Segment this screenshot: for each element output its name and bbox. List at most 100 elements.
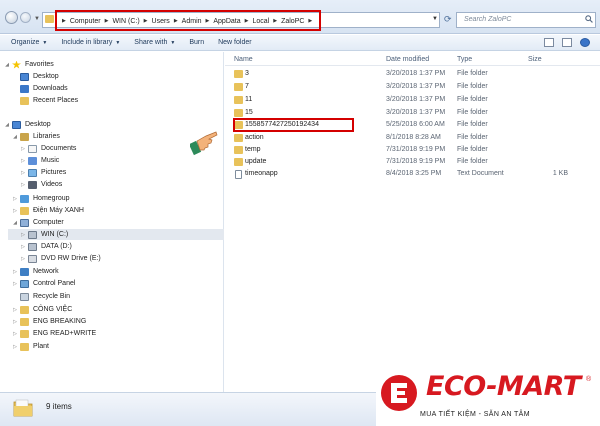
- nav-computer[interactable]: ◢ Computer: [12, 217, 64, 228]
- recent-places-icon: [20, 96, 29, 105]
- folder-icon: [234, 96, 243, 104]
- collapse-icon[interactable]: ◢: [12, 220, 18, 226]
- nav-label: Videos: [41, 181, 63, 188]
- expand-icon[interactable]: ▷: [20, 256, 26, 262]
- nav-eng-breaking[interactable]: ▷ ENG BREAKING: [12, 316, 86, 327]
- file-type: Text Document: [457, 170, 504, 177]
- preview-pane-icon[interactable]: [562, 38, 572, 47]
- nav-videos[interactable]: ▷ Videos: [20, 179, 62, 190]
- file-date: 7/31/2018 9:19 PM: [386, 158, 446, 165]
- file-name: 15: [245, 109, 253, 116]
- recent-pages-dropdown[interactable]: ▼: [34, 16, 40, 22]
- file-name: update: [245, 158, 267, 165]
- folder-icon: [234, 134, 243, 142]
- file-type: File folder: [457, 158, 488, 165]
- back-button[interactable]: [5, 11, 18, 24]
- help-icon[interactable]: [580, 38, 590, 47]
- expand-icon[interactable]: ▷: [20, 182, 26, 188]
- nav-desktop[interactable]: ◢ Desktop: [4, 119, 51, 130]
- nav-recycle-bin[interactable]: Recycle Bin: [12, 291, 70, 302]
- file-row[interactable]: timeonapp 8/4/2018 3:25 PM Text Document 1 …: [230, 168, 600, 180]
- collapse-icon[interactable]: ◢: [4, 62, 10, 68]
- new-folder-button[interactable]: New folder: [218, 39, 251, 46]
- expand-icon[interactable]: ▷: [12, 269, 18, 275]
- nav-label: ENG READ+WRITE: [33, 330, 97, 337]
- file-name: 7: [245, 83, 249, 90]
- file-row[interactable]: update 7/31/2018 9:19 PM File folder: [230, 156, 600, 168]
- expand-icon[interactable]: ▷: [12, 281, 18, 287]
- file-type: File folder: [457, 96, 488, 103]
- nav-favorites-desktop[interactable]: Desktop: [12, 71, 59, 82]
- network-icon: [20, 267, 29, 276]
- nav-eng-read-write[interactable]: ▷ ENG READ+WRITE: [12, 328, 96, 339]
- share-with-button[interactable]: Share with ▼: [134, 39, 175, 46]
- file-row[interactable]: 11 3/20/2018 1:37 PM File folder: [230, 94, 600, 106]
- nav-label: Điện Máy XANH: [33, 207, 84, 214]
- file-date: 8/4/2018 3:25 PM: [386, 170, 442, 177]
- nav-music[interactable]: ▷ Music: [20, 155, 59, 166]
- nav-label: Downloads: [33, 85, 68, 92]
- expand-icon[interactable]: ▷: [12, 331, 18, 337]
- expand-icon[interactable]: ▷: [12, 344, 18, 350]
- collapse-icon[interactable]: ◢: [12, 134, 18, 140]
- file-row[interactable]: 3 3/20/2018 1:37 PM File folder: [230, 68, 600, 80]
- brand-name: ECO-MART: [426, 371, 581, 402]
- forward-button[interactable]: [20, 12, 31, 23]
- nav-dien-may-xanh[interactable]: ▷ Điện Máy XANH: [12, 205, 84, 216]
- view-controls: [544, 38, 590, 47]
- nav-control-panel[interactable]: ▷ Control Panel: [12, 278, 75, 289]
- music-icon: [28, 156, 37, 165]
- nav-data-d[interactable]: ▷ DATA (D:): [20, 241, 72, 252]
- nav-downloads[interactable]: Downloads: [12, 83, 68, 94]
- file-size: 1 KB: [552, 170, 568, 177]
- nav-homegroup[interactable]: ▷ Homegroup: [12, 193, 70, 204]
- search-placeholder: Search ZaloPC: [464, 16, 512, 23]
- nav-libraries[interactable]: ◢ Libraries: [12, 131, 60, 142]
- videos-icon: [28, 180, 37, 189]
- expand-icon[interactable]: ▷: [12, 319, 18, 325]
- column-date-modified[interactable]: Date modified: [386, 56, 429, 63]
- nav-cong-viec[interactable]: ▷ CÔNG VIỆC: [12, 304, 72, 315]
- include-in-library-button[interactable]: Include in library ▼: [61, 39, 120, 46]
- nav-recent-places[interactable]: Recent Places: [12, 95, 78, 106]
- refresh-icon[interactable]: ⟳: [444, 14, 452, 25]
- file-row[interactable]: temp 7/31/2018 9:19 PM File folder: [230, 144, 600, 156]
- nav-network[interactable]: ▷ Network: [12, 266, 59, 277]
- organize-button[interactable]: Organize ▼: [11, 39, 47, 46]
- file-highlight-box: [233, 118, 354, 132]
- change-view-icon[interactable]: [544, 38, 554, 47]
- nav-label: Homegroup: [33, 195, 70, 202]
- expand-icon[interactable]: ▷: [12, 208, 18, 214]
- drive-icon: [28, 242, 37, 251]
- nav-label: Desktop: [33, 73, 59, 80]
- column-name[interactable]: Name: [234, 56, 253, 63]
- expand-icon[interactable]: ▷: [20, 158, 26, 164]
- file-name: action: [245, 134, 264, 141]
- file-row[interactable]: action 8/1/2018 8:28 AM File folder: [230, 132, 600, 144]
- folder-icon: [234, 70, 243, 78]
- item-count: 9 items: [46, 402, 72, 411]
- expand-icon[interactable]: ▷: [12, 196, 18, 202]
- folder-icon: [234, 83, 243, 91]
- nav-favorites[interactable]: ◢ Favorites: [4, 59, 54, 70]
- expand-icon[interactable]: ▷: [20, 146, 26, 152]
- search-icon[interactable]: [585, 15, 593, 23]
- file-type: File folder: [457, 83, 488, 90]
- expand-icon[interactable]: ▷: [20, 170, 26, 176]
- nav-documents[interactable]: ▷ Documents: [20, 143, 76, 154]
- expand-icon[interactable]: ▷: [20, 244, 26, 250]
- column-size[interactable]: Size: [528, 56, 542, 63]
- burn-button[interactable]: Burn: [189, 39, 204, 46]
- nav-plant[interactable]: ▷ Plant: [12, 341, 49, 352]
- expand-icon[interactable]: ▷: [20, 232, 26, 238]
- collapse-icon[interactable]: ◢: [4, 122, 10, 128]
- address-dropdown-icon[interactable]: ▼: [432, 16, 438, 22]
- file-row[interactable]: 7 3/20/2018 1:37 PM File folder: [230, 81, 600, 93]
- recycle-bin-icon: [20, 292, 29, 301]
- column-type[interactable]: Type: [457, 56, 472, 63]
- nav-dvd-drive[interactable]: ▷ DVD RW Drive (E:): [20, 253, 101, 264]
- nav-pictures[interactable]: ▷ Pictures: [20, 167, 66, 178]
- expand-icon[interactable]: ▷: [12, 307, 18, 313]
- nav-label: Desktop: [25, 121, 51, 128]
- nav-win-c[interactable]: ▷ WIN (C:): [20, 229, 68, 240]
